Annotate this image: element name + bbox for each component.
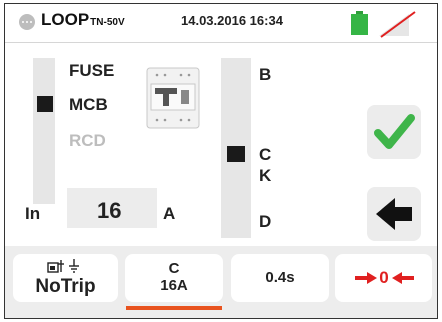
check-icon bbox=[374, 114, 415, 149]
instrument-screen: LOOPTN-50V 14.03.2016 16:34 FUSE MCB RCD… bbox=[4, 3, 438, 319]
menu-dots-icon[interactable] bbox=[19, 14, 35, 30]
header-bar: LOOPTN-50V 14.03.2016 16:34 bbox=[5, 4, 437, 43]
mcb-breaker-icon bbox=[146, 67, 200, 129]
main-panel: FUSE MCB RCD B C K D In 16 A bbox=[5, 43, 437, 246]
selected-tab-indicator bbox=[126, 306, 222, 310]
confirm-button[interactable] bbox=[367, 105, 421, 159]
rated-current-value[interactable]: 16 bbox=[97, 198, 121, 224]
device-type-fuse[interactable]: FUSE bbox=[69, 61, 114, 81]
curve-k[interactable]: K bbox=[259, 166, 271, 186]
device-type-rcd[interactable]: RCD bbox=[69, 131, 106, 151]
curve-marker bbox=[227, 146, 245, 162]
curve-current-line1: C bbox=[168, 260, 180, 277]
battery-icon bbox=[351, 11, 368, 35]
function-subtitle: TN-50V bbox=[90, 17, 125, 28]
ground-plug-icon bbox=[47, 259, 79, 273]
zero-calibration-button[interactable]: 0 bbox=[335, 254, 432, 302]
back-arrow-icon bbox=[376, 198, 412, 230]
trip-mode-button[interactable]: NoTrip bbox=[13, 254, 118, 302]
arrow-left-icon bbox=[392, 272, 414, 284]
back-button[interactable] bbox=[367, 187, 421, 241]
zero-label: 0 bbox=[379, 268, 389, 287]
curve-current-line2: 16A bbox=[160, 277, 188, 294]
arrow-right-icon bbox=[355, 272, 377, 284]
device-type-scroll[interactable] bbox=[33, 58, 55, 204]
function-title: LOOPTN-50V bbox=[41, 10, 125, 29]
rated-current-unit: A bbox=[163, 204, 176, 223]
curve-b[interactable]: B bbox=[259, 65, 271, 85]
trip-mode-label: NoTrip bbox=[35, 276, 96, 297]
curve-c[interactable]: C bbox=[259, 145, 271, 165]
rated-current-label: In bbox=[25, 204, 41, 223]
trip-time-label: 0.4s bbox=[265, 269, 295, 286]
date-time: 14.03.2016 16:34 bbox=[181, 13, 283, 28]
signal-off-icon bbox=[379, 11, 416, 38]
trip-time-button[interactable]: 0.4s bbox=[231, 254, 329, 302]
device-type-mcb[interactable]: MCB bbox=[69, 95, 108, 115]
curve-d[interactable]: D bbox=[259, 212, 271, 232]
curve-current-button[interactable]: C 16A bbox=[125, 254, 223, 302]
device-type-marker bbox=[37, 96, 53, 112]
